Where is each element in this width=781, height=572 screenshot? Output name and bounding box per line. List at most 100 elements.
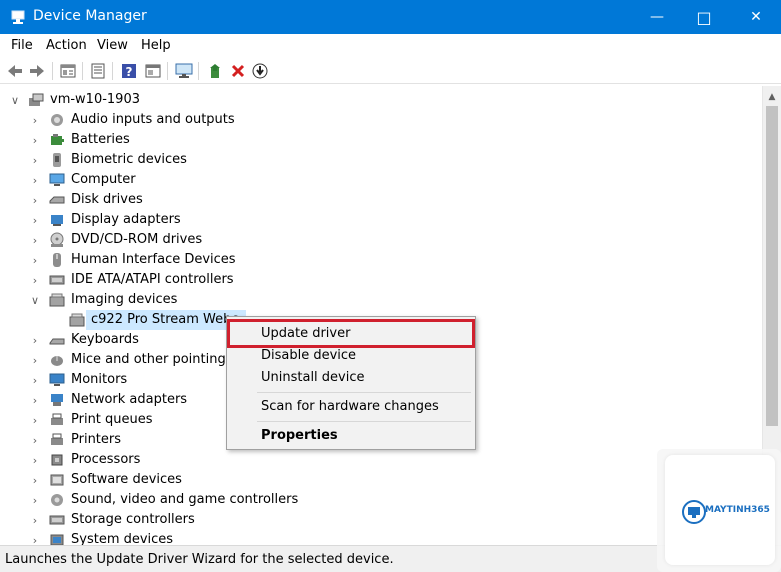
toolbar-separator — [82, 62, 83, 80]
refresh-button[interactable] — [88, 61, 108, 81]
menu-view[interactable]: View — [97, 38, 128, 53]
category-label: Biometric devices — [71, 152, 187, 167]
collapse-icon[interactable]: ∨ — [28, 292, 42, 308]
expand-icon[interactable]: › — [28, 512, 42, 528]
expand-icon[interactable]: › — [28, 132, 42, 148]
fingerprint-icon — [53, 153, 61, 167]
expand-icon[interactable]: › — [28, 492, 42, 508]
menu-scan-hardware[interactable]: Scan for hardware changes — [227, 396, 475, 418]
expand-icon[interactable]: › — [28, 332, 42, 348]
menu-file[interactable]: File — [11, 38, 33, 53]
properties-button[interactable] — [58, 61, 78, 81]
tree-category-expanded[interactable]: ∨ Imaging devices — [0, 290, 740, 310]
category-label: Mice and other pointing de — [71, 352, 247, 367]
view-icon — [145, 64, 161, 78]
download-icon — [252, 63, 268, 79]
expand-icon[interactable]: › — [28, 232, 42, 248]
menu-item-label: Properties — [261, 428, 338, 443]
disk-drive-icon — [49, 196, 65, 204]
title-bar: Device Manager — □ ✕ — [0, 0, 781, 34]
collapse-icon[interactable]: ∨ — [8, 92, 22, 108]
uninstall-button[interactable] — [228, 61, 248, 81]
menu-uninstall-device[interactable]: Uninstall device — [227, 367, 475, 389]
storage-controller-icon — [49, 515, 65, 525]
monitor-icon — [175, 63, 193, 78]
category-label: Processors — [71, 452, 141, 467]
tree-category[interactable]: › Sound, video and game controllers — [0, 490, 740, 510]
system-device-icon — [50, 534, 64, 545]
uninstall-icon — [231, 64, 245, 78]
tree-root[interactable]: ∨ vm-w10-1903 — [0, 90, 740, 110]
scan-button[interactable] — [174, 61, 194, 81]
view-button[interactable] — [143, 61, 163, 81]
menu-action[interactable]: Action — [46, 38, 87, 53]
back-icon — [8, 65, 22, 77]
expand-icon[interactable]: › — [28, 272, 42, 288]
minimize-button[interactable]: — — [634, 0, 680, 34]
tree-category[interactable]: › Biometric devices — [0, 150, 740, 170]
expand-icon[interactable]: › — [28, 472, 42, 488]
optical-drive-icon — [50, 232, 64, 247]
expand-icon[interactable]: › — [28, 412, 42, 428]
device-label: c922 Pro Stream Webc — [91, 312, 239, 327]
expand-icon[interactable]: › — [28, 432, 42, 448]
tree-category[interactable]: › Computer — [0, 170, 740, 190]
refresh-icon — [91, 63, 105, 79]
ide-controller-icon — [49, 275, 65, 285]
expand-icon[interactable]: › — [28, 212, 42, 228]
expand-icon[interactable]: › — [28, 192, 42, 208]
minimize-icon: — — [650, 9, 664, 25]
menu-properties[interactable]: Properties — [227, 425, 475, 447]
tree-category[interactable]: › System devices — [0, 530, 740, 545]
scroll-thumb[interactable] — [766, 106, 778, 426]
update-driver-button[interactable] — [206, 61, 226, 81]
svg-text:?: ? — [126, 65, 133, 79]
expand-icon[interactable]: › — [28, 532, 42, 546]
tree-category[interactable]: › Storage controllers — [0, 510, 740, 530]
category-label: Sound, video and game controllers — [71, 492, 299, 507]
root-label: vm-w10-1903 — [50, 92, 140, 107]
tree-category[interactable]: › Human Interface Devices — [0, 250, 740, 270]
network-adapter-icon — [51, 394, 63, 406]
close-button[interactable]: ✕ — [733, 0, 779, 34]
toolbar-separator — [112, 62, 113, 80]
expand-icon[interactable]: › — [28, 352, 42, 368]
expand-icon[interactable]: › — [28, 152, 42, 168]
battery-icon — [51, 134, 64, 145]
menu-update-driver[interactable]: Update driver — [227, 323, 475, 345]
category-label: Batteries — [71, 132, 130, 147]
expand-icon[interactable]: › — [28, 172, 42, 188]
tree-category[interactable]: › Audio inputs and outputs — [0, 110, 740, 130]
webcam-icon — [69, 313, 85, 327]
maximize-button[interactable]: □ — [681, 0, 727, 34]
add-driver-icon — [210, 64, 220, 78]
tree-category[interactable]: › Disk drives — [0, 190, 740, 210]
menu-separator — [257, 421, 471, 422]
tree-category[interactable]: › Display adapters — [0, 210, 740, 230]
tree-category[interactable]: › Batteries — [0, 130, 740, 150]
print-queue-icon — [51, 413, 63, 425]
menu-item-label: Update driver — [261, 326, 351, 341]
expand-icon[interactable]: › — [28, 112, 42, 128]
category-label: Monitors — [71, 372, 128, 387]
expand-icon[interactable]: › — [28, 252, 42, 268]
menu-disable-device[interactable]: Disable device — [227, 345, 475, 367]
category-label: Human Interface Devices — [71, 252, 236, 267]
category-label: Imaging devices — [71, 292, 178, 307]
help-button[interactable]: ? — [119, 61, 139, 81]
scroll-up-icon[interactable]: ▲ — [763, 88, 781, 106]
expand-icon[interactable]: › — [28, 392, 42, 408]
tree-category[interactable]: › DVD/CD-ROM drives — [0, 230, 740, 250]
tree-category[interactable]: › IDE ATA/ATAPI controllers — [0, 270, 740, 290]
category-label: Printers — [71, 432, 122, 447]
tree-category[interactable]: › Processors — [0, 450, 740, 470]
tree-category[interactable]: › Software devices — [0, 470, 740, 490]
expand-icon[interactable]: › — [28, 452, 42, 468]
menu-help[interactable]: Help — [141, 38, 171, 53]
back-button[interactable] — [5, 61, 25, 81]
forward-button[interactable] — [27, 61, 47, 81]
category-label: Software devices — [71, 472, 182, 487]
expand-icon[interactable]: › — [28, 372, 42, 388]
download-button[interactable] — [250, 61, 270, 81]
menu-item-label: Uninstall device — [261, 370, 365, 385]
